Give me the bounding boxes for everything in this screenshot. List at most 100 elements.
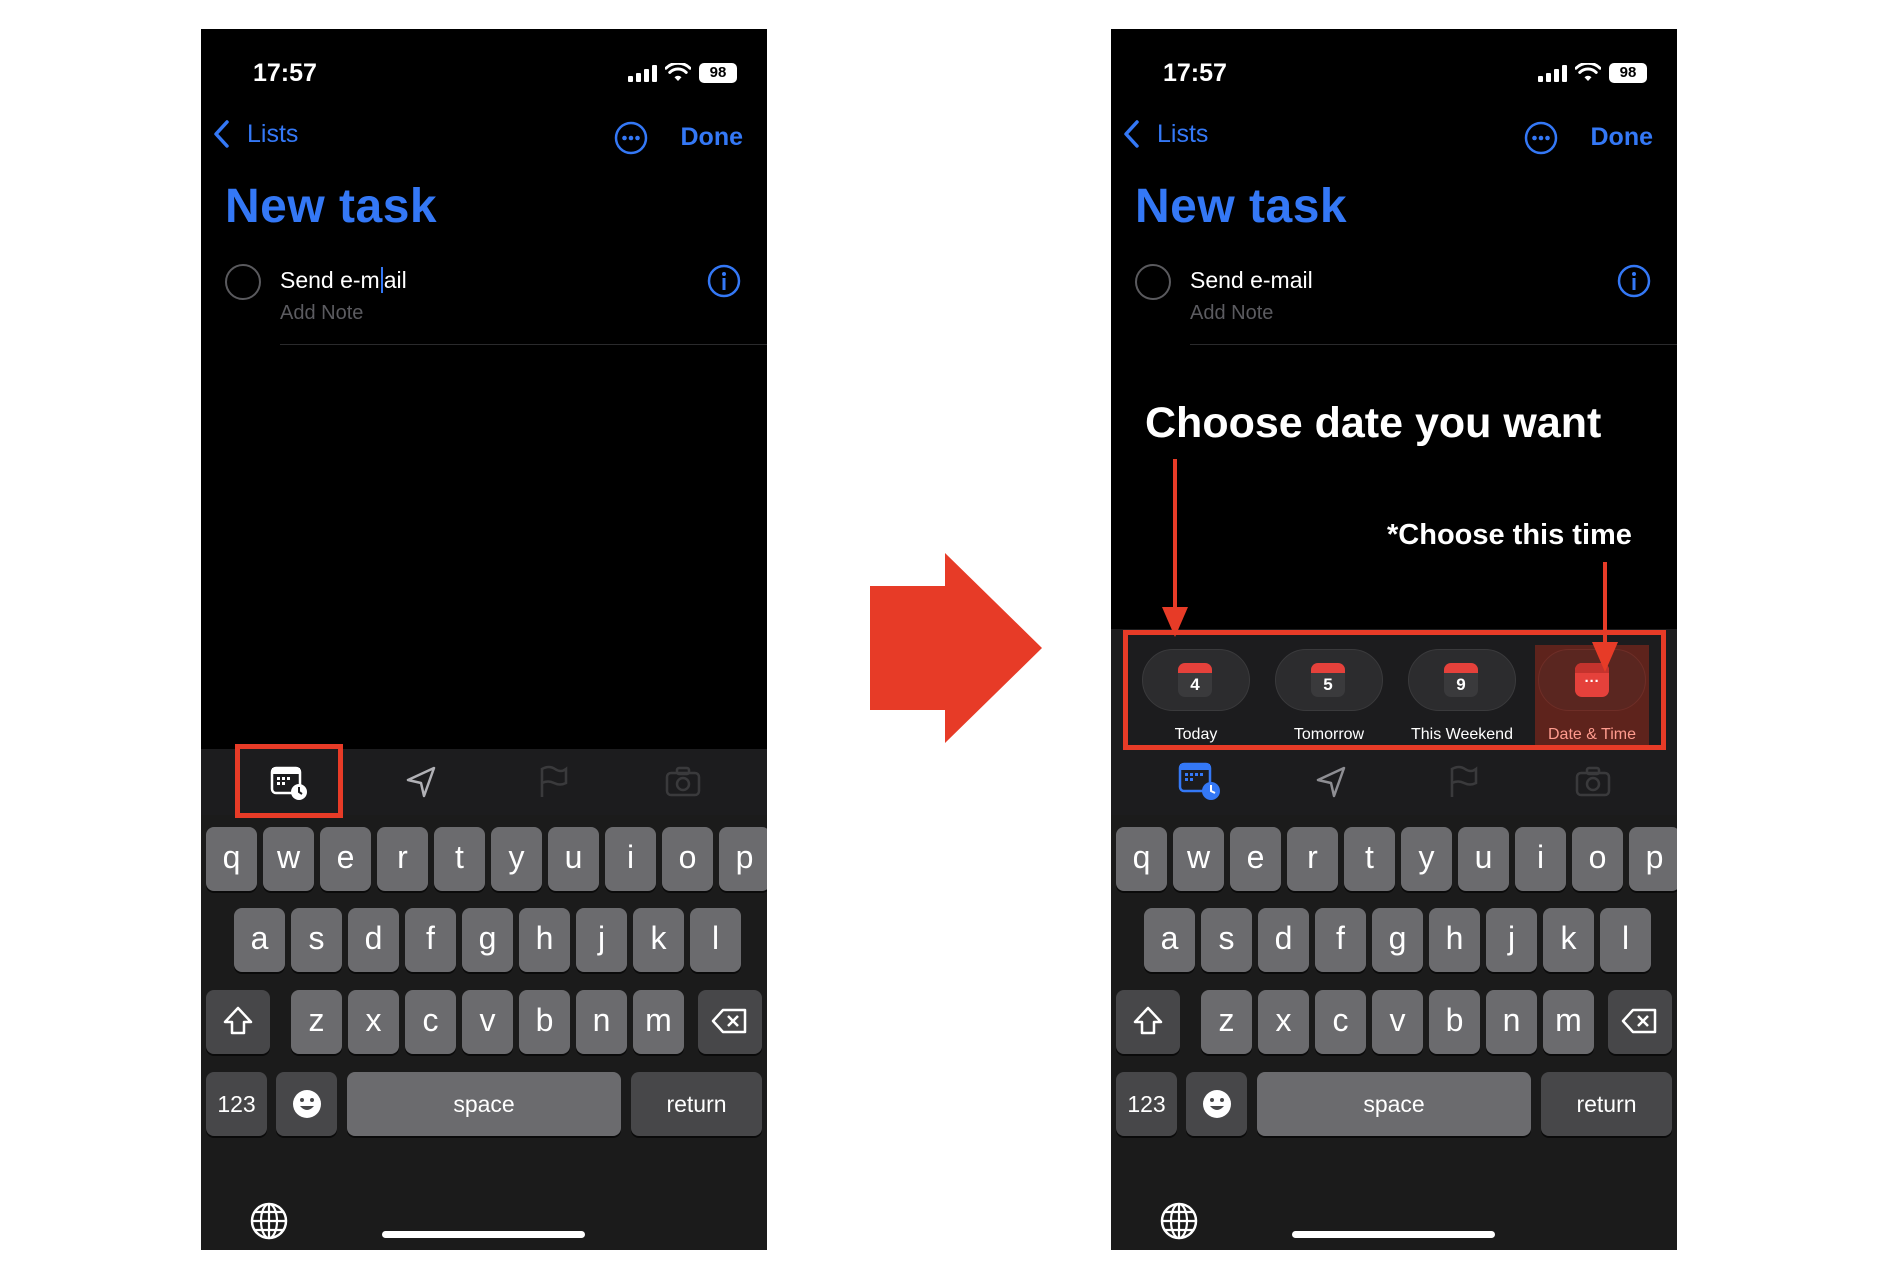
key-f[interactable]: f xyxy=(1315,908,1366,972)
phone-screen-before: 17:57 98 Lists Done New task Send e-m ail… xyxy=(201,29,767,1250)
key-e[interactable]: e xyxy=(320,827,371,891)
key-k[interactable]: k xyxy=(1543,908,1594,972)
key-x[interactable]: x xyxy=(348,990,399,1054)
emoji-icon xyxy=(1202,1090,1231,1118)
ellipsis-circle-icon[interactable] xyxy=(1524,121,1558,155)
add-note-field[interactable]: Add Note xyxy=(280,302,363,325)
key-h[interactable]: h xyxy=(1429,908,1480,972)
key-m[interactable]: m xyxy=(633,990,684,1054)
delete-key[interactable] xyxy=(698,990,762,1054)
task-row[interactable]: Send e-mail Add Note xyxy=(225,264,767,374)
key-y[interactable]: y xyxy=(491,827,542,891)
key-k[interactable]: k xyxy=(633,908,684,972)
back-button-label: Lists xyxy=(247,119,299,148)
key-o[interactable]: o xyxy=(662,827,713,891)
key-t[interactable]: t xyxy=(1344,827,1395,891)
key-i[interactable]: i xyxy=(605,827,656,891)
key-n[interactable]: n xyxy=(1486,990,1537,1054)
task-name-input[interactable]: Send e-mail xyxy=(1190,267,1313,294)
key-d[interactable]: d xyxy=(348,908,399,972)
location-arrow-icon[interactable] xyxy=(1311,762,1351,802)
date-option-tomorrow[interactable]: 5 Tomorrow xyxy=(1274,649,1384,749)
key-r[interactable]: r xyxy=(1287,827,1338,891)
date-option-this-weekend[interactable]: 9 This Weekend xyxy=(1407,649,1517,749)
key-s[interactable]: s xyxy=(1201,908,1252,972)
emoji-key[interactable] xyxy=(276,1072,337,1136)
key-u[interactable]: u xyxy=(1458,827,1509,891)
key-c[interactable]: c xyxy=(1315,990,1366,1054)
done-button[interactable]: Done xyxy=(681,123,744,152)
info-icon[interactable] xyxy=(707,264,741,298)
calendar-clock-icon[interactable] xyxy=(269,762,309,802)
info-icon[interactable] xyxy=(1617,264,1651,298)
task-complete-checkbox[interactable] xyxy=(1135,264,1171,300)
key-o[interactable]: o xyxy=(1572,827,1623,891)
globe-icon[interactable] xyxy=(1159,1201,1199,1241)
shift-key[interactable] xyxy=(1116,990,1180,1054)
add-note-field[interactable]: Add Note xyxy=(1190,302,1273,325)
key-v[interactable]: v xyxy=(1372,990,1423,1054)
key-e[interactable]: e xyxy=(1230,827,1281,891)
key-m[interactable]: m xyxy=(1543,990,1594,1054)
camera-icon[interactable] xyxy=(663,762,703,802)
key-a[interactable]: a xyxy=(234,908,285,972)
shift-key[interactable] xyxy=(206,990,270,1054)
key-b[interactable]: b xyxy=(1429,990,1480,1054)
camera-icon[interactable] xyxy=(1573,762,1613,802)
key-w[interactable]: w xyxy=(263,827,314,891)
task-complete-checkbox[interactable] xyxy=(225,264,261,300)
key-a[interactable]: a xyxy=(1144,908,1195,972)
key-f[interactable]: f xyxy=(405,908,456,972)
back-button[interactable]: Lists xyxy=(213,119,298,149)
key-n[interactable]: n xyxy=(576,990,627,1054)
numbers-key[interactable]: 123 xyxy=(1116,1072,1177,1136)
keyboard: q w e r t y u i o p a s d f g h j k l z … xyxy=(1111,815,1677,1250)
delete-key[interactable] xyxy=(1608,990,1672,1054)
key-u[interactable]: u xyxy=(548,827,599,891)
key-v[interactable]: v xyxy=(462,990,513,1054)
space-key[interactable]: space xyxy=(347,1072,621,1136)
key-x[interactable]: x xyxy=(1258,990,1309,1054)
return-key[interactable]: return xyxy=(1541,1072,1672,1136)
key-b[interactable]: b xyxy=(519,990,570,1054)
key-z[interactable]: z xyxy=(291,990,342,1054)
key-w[interactable]: w xyxy=(1173,827,1224,891)
task-divider xyxy=(280,344,767,345)
date-option-today[interactable]: 4 Today xyxy=(1141,649,1251,749)
calendar-clock-icon[interactable] xyxy=(1177,758,1223,804)
key-g[interactable]: g xyxy=(462,908,513,972)
flag-icon[interactable] xyxy=(533,762,573,802)
key-h[interactable]: h xyxy=(519,908,570,972)
ellipsis-circle-icon[interactable] xyxy=(614,121,648,155)
key-s[interactable]: s xyxy=(291,908,342,972)
key-j[interactable]: j xyxy=(576,908,627,972)
key-g[interactable]: g xyxy=(1372,908,1423,972)
cellular-signal-icon xyxy=(1538,64,1567,82)
location-arrow-icon[interactable] xyxy=(401,762,441,802)
key-j[interactable]: j xyxy=(1486,908,1537,972)
task-name-input[interactable]: Send e-mail xyxy=(280,267,407,294)
key-r[interactable]: r xyxy=(377,827,428,891)
key-y[interactable]: y xyxy=(1401,827,1452,891)
key-p[interactable]: p xyxy=(1629,827,1677,891)
key-i[interactable]: i xyxy=(1515,827,1566,891)
return-key[interactable]: return xyxy=(631,1072,762,1136)
key-d[interactable]: d xyxy=(1258,908,1309,972)
flag-icon[interactable] xyxy=(1443,762,1483,802)
space-key[interactable]: space xyxy=(1257,1072,1531,1136)
key-z[interactable]: z xyxy=(1201,990,1252,1054)
key-p[interactable]: p xyxy=(719,827,767,891)
key-l[interactable]: l xyxy=(690,908,741,972)
done-button[interactable]: Done xyxy=(1591,123,1654,152)
task-row[interactable]: Send e-mail Add Note xyxy=(1135,264,1677,374)
key-l[interactable]: l xyxy=(1600,908,1651,972)
key-c[interactable]: c xyxy=(405,990,456,1054)
key-t[interactable]: t xyxy=(434,827,485,891)
key-q[interactable]: q xyxy=(206,827,257,891)
globe-icon[interactable] xyxy=(249,1201,289,1241)
key-q[interactable]: q xyxy=(1116,827,1167,891)
task-name-text-before-cursor: Send e-m xyxy=(280,267,380,293)
emoji-key[interactable] xyxy=(1186,1072,1247,1136)
numbers-key[interactable]: 123 xyxy=(206,1072,267,1136)
back-button[interactable]: Lists xyxy=(1123,119,1208,149)
